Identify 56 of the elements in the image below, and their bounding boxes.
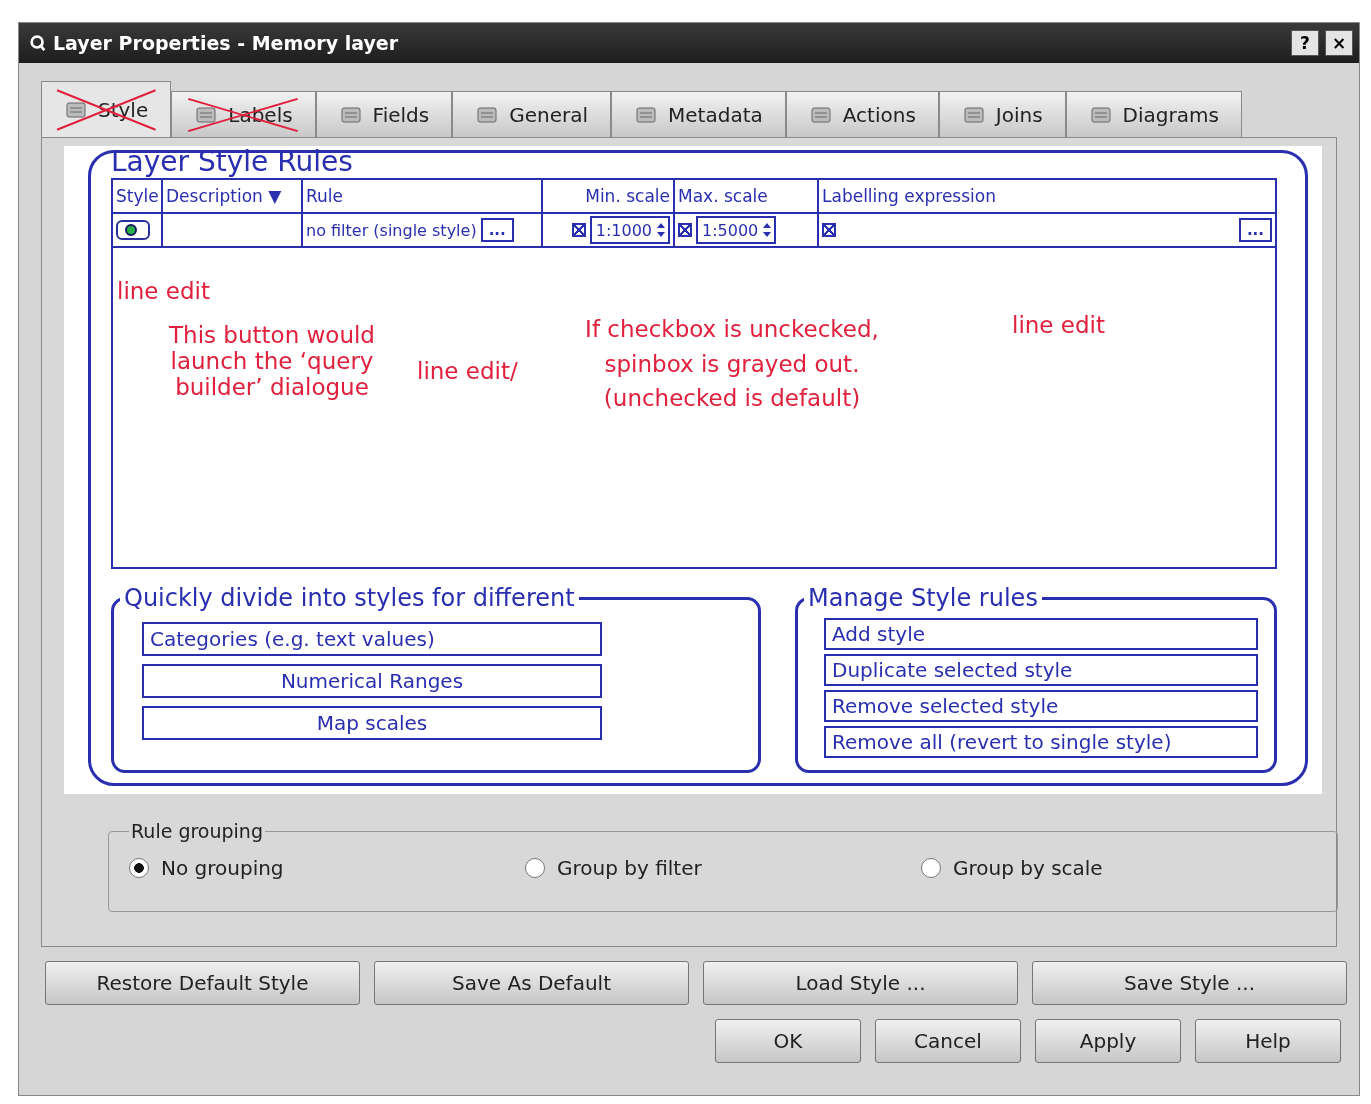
tab[interactable]: General xyxy=(452,91,612,137)
sketch-button[interactable]: Map scales xyxy=(142,706,602,740)
tab[interactable]: Actions xyxy=(785,91,939,137)
annotation-note: This button would launch the ‘query builder’ dialogue xyxy=(168,322,376,400)
spin-arrows-icon[interactable] xyxy=(656,221,666,239)
annotation-note: line edit/ xyxy=(417,358,519,384)
query-builder-button[interactable]: ... xyxy=(480,218,514,242)
tab[interactable]: Joins xyxy=(938,91,1066,137)
spin-arrows-icon[interactable] xyxy=(762,221,773,239)
sketch-button[interactable]: Duplicate selected style xyxy=(824,654,1258,686)
radio-label: Group by filter xyxy=(557,856,702,880)
annotation-note: line edit xyxy=(117,278,211,304)
min-scale-spinbox[interactable]: 1:1000 xyxy=(589,216,670,244)
radio-label: No grouping xyxy=(161,856,284,880)
sketch-button[interactable]: Numerical Ranges xyxy=(142,664,602,698)
expression-button[interactable]: ... xyxy=(1238,218,1272,242)
group-title: Manage Style rules xyxy=(804,584,1042,612)
help-button[interactable]: ? xyxy=(1291,30,1319,56)
group-title: Quickly divide into styles for different xyxy=(120,584,579,612)
dialog-button[interactable]: OK xyxy=(715,1019,861,1063)
app-logo-icon xyxy=(29,34,47,52)
style-swatch-icon xyxy=(116,220,150,240)
tab[interactable]: Metadata xyxy=(611,91,786,137)
group-title: Rule grouping xyxy=(130,820,264,842)
max-scale-spinbox[interactable]: 1:5000 xyxy=(696,216,777,244)
sketch-button[interactable]: Remove all (revert to single style) xyxy=(824,726,1258,758)
sketch-button[interactable]: Add style xyxy=(824,618,1258,650)
dialog-button[interactable]: Help xyxy=(1195,1019,1341,1063)
checkbox[interactable] xyxy=(571,223,586,237)
rule-field[interactable]: no filter (single style) xyxy=(306,220,477,240)
style-button[interactable]: Save As Default xyxy=(374,961,689,1005)
tab[interactable]: Fields xyxy=(315,91,453,137)
style-button[interactable]: Load Style ... xyxy=(703,961,1018,1005)
column-header: Style xyxy=(113,180,163,212)
column-header: Min. scale xyxy=(543,180,675,212)
tab[interactable]: Diagrams xyxy=(1065,91,1242,137)
radio-button[interactable] xyxy=(525,858,545,878)
radio-button[interactable] xyxy=(129,858,149,878)
sketch-button[interactable]: Remove selected style xyxy=(824,690,1258,722)
sketch-button[interactable]: Categories (e.g. text values) xyxy=(142,622,602,656)
checkbox[interactable] xyxy=(822,223,836,237)
radio-button[interactable] xyxy=(921,858,941,878)
column-header: Description ▼ xyxy=(163,180,303,212)
annotation-note: If checkbox is unckecked, spinbox is grayed out. (unchecked is default) xyxy=(584,315,880,413)
radio-label: Group by scale xyxy=(953,856,1103,880)
dialog-button[interactable]: Cancel xyxy=(875,1019,1021,1063)
style-button[interactable]: Restore Default Style xyxy=(45,961,360,1005)
checkbox[interactable] xyxy=(678,223,692,237)
close-button[interactable]: × xyxy=(1325,30,1353,56)
column-header: Rule xyxy=(303,180,543,212)
column-header: Labelling expression xyxy=(821,185,997,208)
annotation-note: line edit xyxy=(1012,312,1105,338)
style-button[interactable]: Save Style ... xyxy=(1032,961,1347,1005)
column-header: Max. scale xyxy=(675,180,819,212)
window-title: Layer Properties - Memory layer xyxy=(53,32,400,54)
dialog-button[interactable]: Apply xyxy=(1035,1019,1181,1063)
